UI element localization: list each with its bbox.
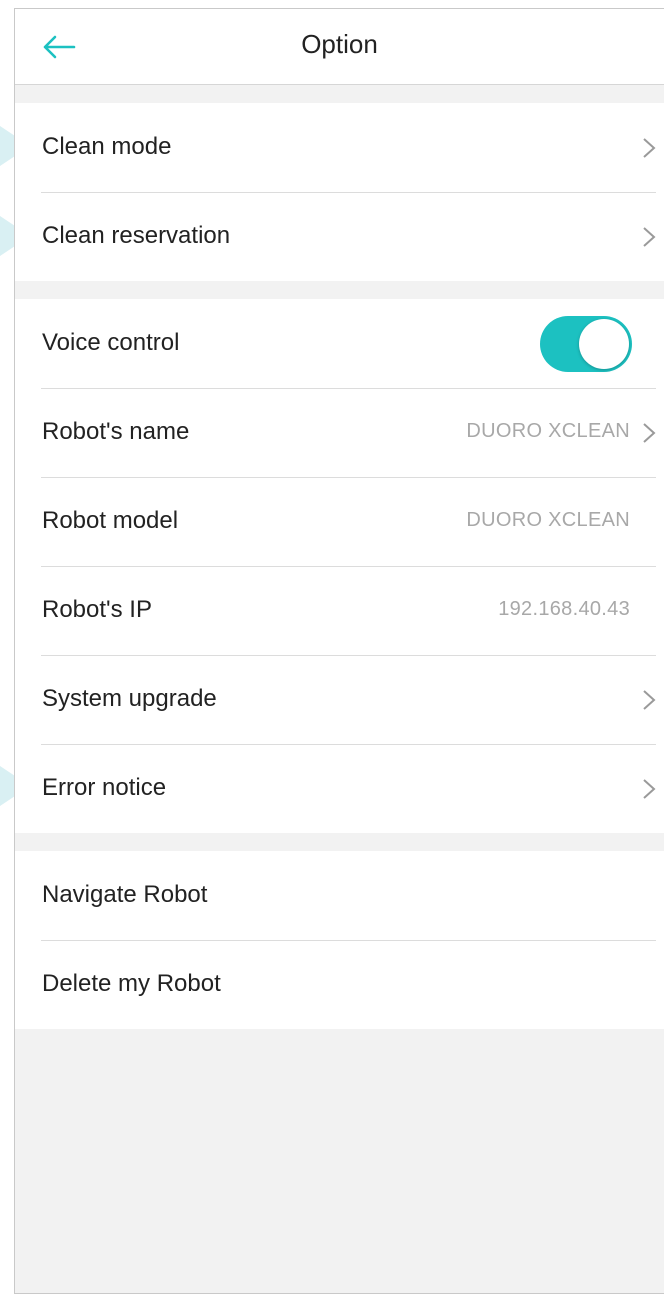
row-label: System upgrade [42, 685, 217, 712]
robot-model-value: DUORO XCLEAN [466, 509, 630, 531]
row-label: Robot model [42, 507, 179, 534]
voice-control-toggle[interactable] [540, 316, 632, 372]
row-label: Error notice [42, 774, 167, 801]
voice-control-row: Voice control [15, 299, 664, 388]
navigate-robot-row[interactable]: Navigate Robot [15, 851, 664, 940]
row-label: Navigate Robot [42, 881, 208, 908]
row-label: Voice control [42, 329, 180, 356]
header-bar: Option [15, 9, 664, 85]
cleaning-section: Clean mode Clean reservation [15, 103, 664, 281]
row-label: Clean mode [42, 133, 172, 160]
chevron-right-icon [643, 227, 656, 247]
clean-reservation-row[interactable]: Clean reservation [15, 192, 664, 281]
robot-name-row[interactable]: Robot's name DUORO XCLEAN [15, 388, 664, 477]
row-label: Robot's IP [42, 596, 152, 623]
chevron-right-icon [643, 138, 656, 158]
row-label: Clean reservation [42, 222, 231, 249]
actions-section: Navigate Robot Delete my Robot [15, 851, 664, 1029]
row-label: Robot's name [42, 418, 190, 445]
robot-name-value: DUORO XCLEAN [466, 420, 630, 442]
robot-ip-value: 192.168.40.43 [498, 598, 630, 620]
page-title: Option [301, 29, 378, 59]
chevron-right-icon [643, 423, 656, 443]
clean-mode-row[interactable]: Clean mode [15, 103, 664, 192]
robot-section: Voice control Robot's name DUORO XCLEAN … [15, 299, 664, 833]
toggle-knob [579, 319, 629, 369]
chevron-right-icon [643, 690, 656, 710]
error-notice-row[interactable]: Error notice [15, 744, 664, 833]
robot-model-row: Robot model DUORO XCLEAN [15, 477, 664, 566]
robot-ip-row: Robot's IP 192.168.40.43 [15, 566, 664, 655]
chevron-right-icon [643, 779, 656, 799]
row-label: Delete my Robot [42, 970, 221, 997]
delete-robot-row[interactable]: Delete my Robot [15, 940, 664, 1029]
system-upgrade-row[interactable]: System upgrade [15, 655, 664, 744]
option-screen: Option Clean mode Clean reservation Voic… [14, 8, 664, 1294]
